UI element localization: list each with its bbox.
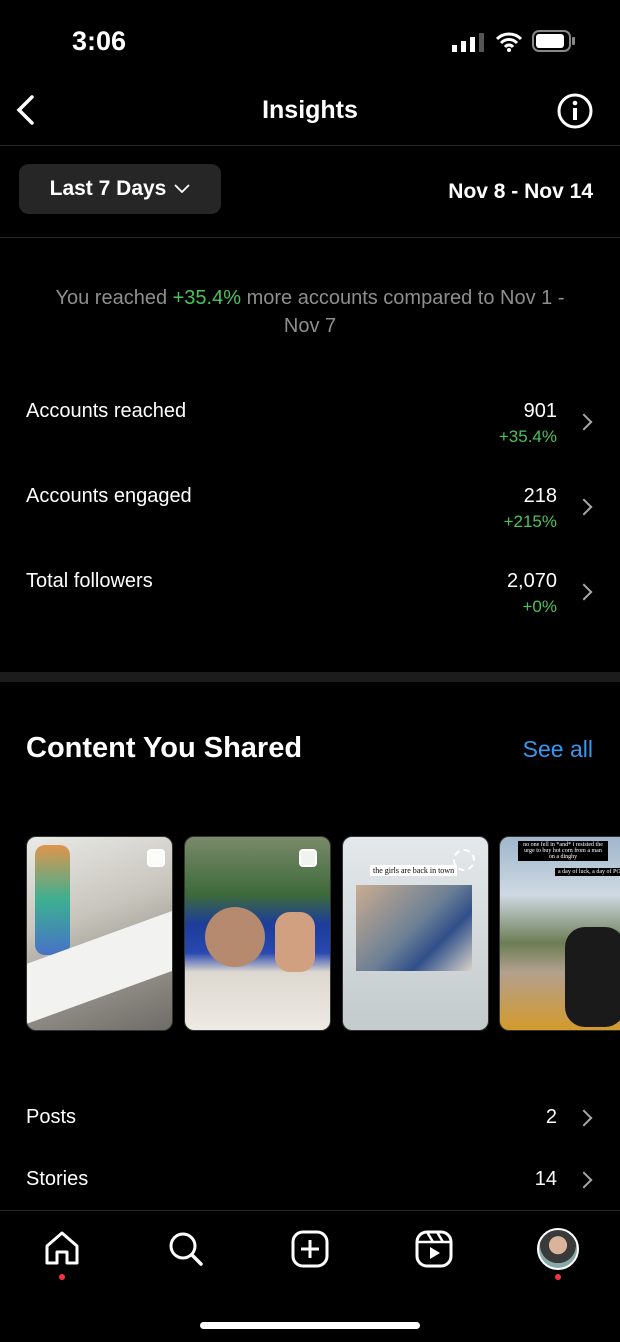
- metric-label: Total followers: [26, 570, 153, 592]
- metric-total-followers[interactable]: Total followers 2,070 +0%: [0, 570, 620, 630]
- home-icon[interactable]: [43, 1230, 81, 1266]
- metric-label: Accounts reached: [26, 400, 187, 422]
- section-title: Content You Shared: [26, 732, 303, 764]
- info-icon[interactable]: [556, 92, 594, 130]
- content-thumbnail[interactable]: the girls are back in town: [342, 836, 489, 1031]
- divider: [0, 237, 620, 238]
- metric-change: +0%: [522, 597, 558, 616]
- see-all-link[interactable]: See all: [523, 736, 593, 763]
- date-range-dropdown[interactable]: Last 7 Days: [19, 164, 221, 214]
- battery-icon: [532, 30, 575, 52]
- story-caption: a day of luck, a day of PO: [555, 868, 620, 876]
- story-caption: no one fell in *and* i resisted the urge…: [518, 841, 608, 861]
- photo-detail: [275, 912, 315, 972]
- metric-change: +35.4%: [498, 427, 557, 446]
- photo-detail: [356, 885, 472, 971]
- carousel-icon: [147, 849, 165, 867]
- reels-icon[interactable]: [415, 1230, 453, 1268]
- metric-value: 901: [523, 400, 557, 422]
- status-icons: [452, 30, 576, 52]
- divider: [0, 145, 620, 146]
- overview-summary: You reached +35.4% more accounts compare…: [55, 287, 565, 337]
- carousel-icon: [299, 849, 317, 867]
- row-label: Stories: [26, 1168, 89, 1190]
- chevron-right-icon: [575, 583, 593, 601]
- metric-change: +215%: [503, 512, 557, 531]
- photo-detail: [205, 907, 265, 967]
- row-value: 2: [545, 1106, 557, 1128]
- row-label: Posts: [26, 1106, 77, 1128]
- metric-accounts-engaged[interactable]: Accounts engaged 218 +215%: [0, 485, 620, 545]
- section-divider: [0, 672, 620, 682]
- content-thumbnail[interactable]: no one fell in *and* i resisted the urge…: [499, 836, 620, 1031]
- row-value: 14: [534, 1168, 557, 1190]
- notification-dot: [555, 1274, 561, 1280]
- story-caption: the girls are back in town: [370, 865, 458, 876]
- chevron-right-icon: [575, 413, 593, 431]
- chevron-right-icon: [575, 498, 593, 516]
- metric-label: Accounts engaged: [26, 485, 192, 507]
- story-progress-icon: [453, 849, 475, 871]
- content-thumbnail[interactable]: [184, 836, 331, 1031]
- create-icon[interactable]: [291, 1230, 329, 1268]
- content-thumbnail[interactable]: [26, 836, 173, 1031]
- profile-avatar[interactable]: [537, 1228, 579, 1270]
- row-posts[interactable]: Posts 2: [0, 1106, 620, 1136]
- range-label: Last 7 Days: [49, 177, 167, 200]
- signal-icon: [452, 33, 484, 52]
- metric-value: 218: [523, 485, 557, 507]
- chevron-right-icon: [575, 1171, 593, 1189]
- row-stories[interactable]: Stories 14: [0, 1168, 620, 1198]
- page-title: Insights: [262, 96, 358, 124]
- search-icon[interactable]: [167, 1230, 205, 1268]
- chevron-right-icon: [575, 1109, 593, 1127]
- status-time: 3:06: [72, 26, 127, 56]
- wifi-icon: [496, 32, 522, 52]
- photo-detail: [565, 927, 620, 1027]
- metric-value: 2,070: [506, 570, 557, 592]
- metric-accounts-reached[interactable]: Accounts reached 901 +35.4%: [0, 400, 620, 460]
- notification-dot: [59, 1274, 65, 1280]
- photo-detail: [35, 845, 70, 955]
- home-indicator[interactable]: [200, 1322, 420, 1329]
- chevron-down-icon: [174, 184, 190, 194]
